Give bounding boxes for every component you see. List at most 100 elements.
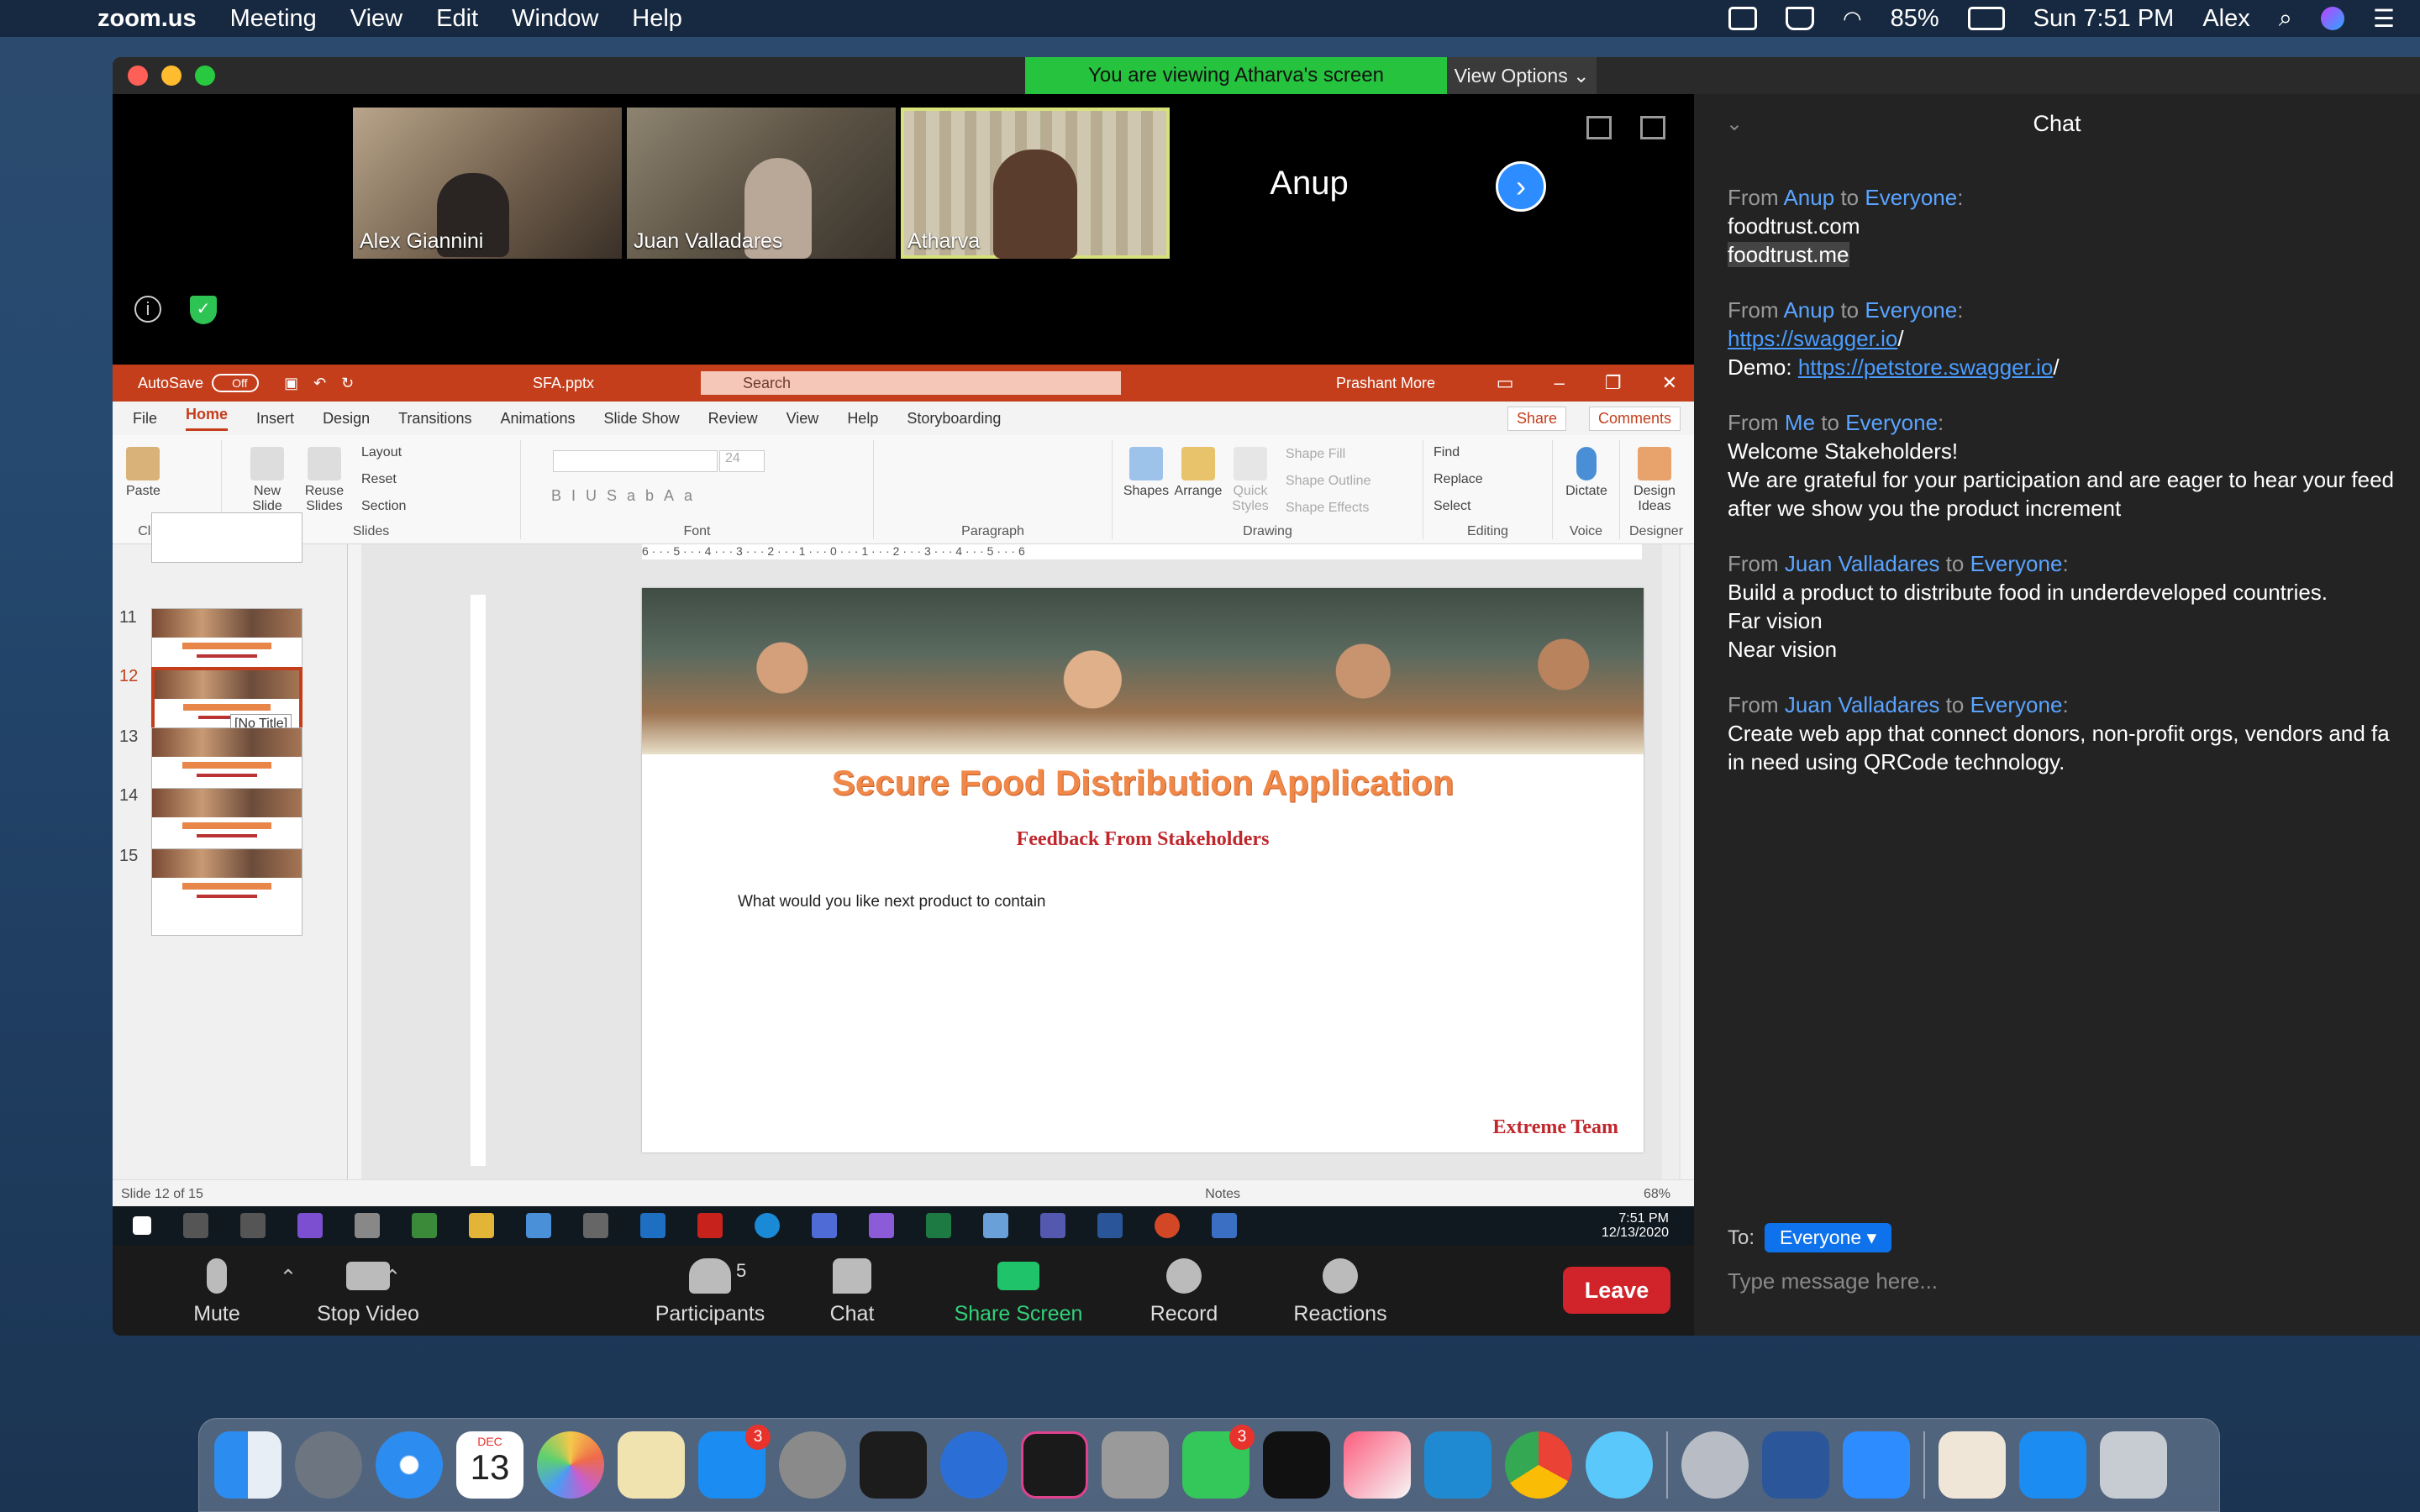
teams-icon[interactable]: [1040, 1213, 1065, 1238]
battery-percent[interactable]: 85%: [1891, 5, 1939, 33]
wifi-icon[interactable]: ◠: [1843, 6, 1862, 32]
new-slide-button[interactable]: New Slide: [242, 447, 292, 514]
preferences-icon[interactable]: [1681, 1431, 1749, 1499]
powerpoint-icon[interactable]: [1155, 1213, 1180, 1238]
acrobat-icon[interactable]: [697, 1213, 723, 1238]
excel-icon[interactable]: [926, 1213, 951, 1238]
arrange-button[interactable]: Arrange: [1173, 447, 1223, 499]
chevron-down-icon[interactable]: ⌄: [1726, 112, 1743, 136]
app-icon[interactable]: [412, 1213, 437, 1238]
minimize-window-button[interactable]: [161, 66, 182, 86]
reuse-slides-button[interactable]: Reuse Slides: [299, 447, 350, 514]
menu-window[interactable]: Window: [512, 5, 598, 33]
menu-app-zoom[interactable]: zoom.us: [97, 5, 197, 33]
app-icon[interactable]: [355, 1213, 380, 1238]
system-tray-clock[interactable]: 7:51 PM 12/13/2020: [1602, 1211, 1669, 1240]
dictate-button[interactable]: Dictate: [1561, 447, 1612, 499]
comments-button[interactable]: Comments: [1588, 407, 1681, 431]
tab-storyboarding[interactable]: Storyboarding: [907, 410, 1001, 428]
leave-button[interactable]: Leave: [1563, 1267, 1670, 1314]
app-icon[interactable]: [812, 1213, 837, 1238]
account-name[interactable]: Prashant More: [1336, 375, 1435, 392]
record-button[interactable]: Record: [1129, 1258, 1239, 1326]
menu-edit[interactable]: Edit: [436, 5, 478, 33]
safari-icon[interactable]: [376, 1431, 443, 1499]
siri-icon[interactable]: [2321, 7, 2344, 30]
font-size-box[interactable]: 24: [719, 450, 765, 472]
quicktime-icon[interactable]: [940, 1431, 1007, 1499]
battery-icon[interactable]: [1967, 7, 2005, 30]
slide-thumbnail-pane[interactable]: 11 12 [No Title] 13 14 15: [113, 512, 348, 1179]
find-button[interactable]: Find: [1434, 445, 1460, 460]
section-button[interactable]: Section: [361, 499, 406, 514]
participant-tile-no-video[interactable]: Anup: [1175, 108, 1444, 259]
gallery-layout-icon[interactable]: [1586, 116, 1612, 139]
participants-button[interactable]: 5 Participants: [639, 1258, 781, 1326]
vscode-icon[interactable]: [1424, 1431, 1491, 1499]
facetime-icon[interactable]: 3: [1182, 1425, 1255, 1499]
participant-tile-active-speaker[interactable]: Atharva: [901, 108, 1170, 259]
undo-icon[interactable]: ↶: [313, 375, 326, 392]
menu-meeting[interactable]: Meeting: [230, 5, 317, 33]
stop-video-button[interactable]: Stop Video: [284, 1258, 452, 1326]
autosave-toggle[interactable]: Off: [212, 374, 260, 392]
view-options-dropdown[interactable]: View Options ⌄: [1447, 57, 1597, 94]
launchpad-icon[interactable]: [295, 1431, 362, 1499]
edge-icon[interactable]: [755, 1213, 780, 1238]
slide-body-text[interactable]: What would you like next product to cont…: [738, 893, 1644, 911]
zoom-status-icon[interactable]: [1728, 7, 1757, 30]
slide-thumbnail[interactable]: [151, 512, 302, 563]
pages-icon[interactable]: [618, 1431, 685, 1499]
select-button[interactable]: Select: [1434, 499, 1470, 514]
tab-transitions[interactable]: Transitions: [398, 410, 471, 428]
reset-button[interactable]: Reset: [361, 472, 397, 487]
video-options-chevron-icon[interactable]: ⌃: [380, 1265, 405, 1290]
participant-tile[interactable]: Alex Giannini: [353, 108, 622, 259]
mute-button[interactable]: Mute: [166, 1258, 267, 1326]
apple-tv-icon[interactable]: [1263, 1431, 1330, 1499]
tab-animations[interactable]: Animations: [500, 410, 575, 428]
font-name-box[interactable]: [553, 450, 718, 472]
word-icon[interactable]: [1097, 1213, 1123, 1238]
music-icon[interactable]: [1344, 1431, 1411, 1499]
tools-icon[interactable]: [583, 1213, 608, 1238]
participant-tile[interactable]: Juan Valladares: [627, 108, 896, 259]
outlook-icon[interactable]: [640, 1213, 666, 1238]
save-icon[interactable]: ▣: [284, 375, 298, 392]
calculator-icon[interactable]: [1102, 1431, 1169, 1499]
finder-icon[interactable]: [214, 1431, 281, 1499]
menu-help[interactable]: Help: [632, 5, 682, 33]
visual-studio-icon[interactable]: [297, 1213, 323, 1238]
slide-title[interactable]: Secure Food Distribution Application: [642, 763, 1644, 803]
chat-message-input[interactable]: Type message here...: [1728, 1268, 1938, 1294]
trash-icon[interactable]: [2100, 1431, 2167, 1499]
paste-button[interactable]: Paste: [126, 447, 160, 499]
airplay-icon[interactable]: [1785, 7, 1814, 30]
windows-start-icon[interactable]: [133, 1216, 151, 1235]
system-preferences-icon[interactable]: [779, 1431, 846, 1499]
close-window-button[interactable]: [128, 66, 148, 86]
messages-icon[interactable]: [1586, 1431, 1653, 1499]
zoom-level[interactable]: 68%: [1644, 1187, 1670, 1202]
slide-subtitle[interactable]: Feedback From Stakeholders: [642, 828, 1644, 851]
shape-fill-button[interactable]: Shape Fill: [1286, 447, 1345, 462]
reactions-button[interactable]: Reactions: [1276, 1258, 1405, 1326]
close-icon[interactable]: ✕: [1662, 372, 1677, 394]
format-icons[interactable]: BIUSabAa: [551, 487, 702, 505]
shapes-button[interactable]: Shapes: [1123, 447, 1170, 499]
minimize-icon[interactable]: –: [1555, 372, 1565, 394]
tab-home[interactable]: Home: [186, 406, 229, 431]
fullscreen-icon[interactable]: [1640, 116, 1665, 139]
visio-icon[interactable]: [1212, 1213, 1237, 1238]
intellij-icon[interactable]: [1021, 1431, 1088, 1499]
app-store-icon[interactable]: 3: [698, 1425, 771, 1499]
spotlight-search-icon[interactable]: ⌕: [2279, 5, 2292, 33]
tab-slide-show[interactable]: Slide Show: [604, 410, 680, 428]
task-view-icon[interactable]: [240, 1213, 266, 1238]
terminal-icon[interactable]: [860, 1431, 927, 1499]
search-box[interactable]: Search: [701, 371, 1121, 395]
design-ideas-button[interactable]: Design Ideas: [1625, 447, 1684, 514]
search-icon[interactable]: [183, 1213, 208, 1238]
notification-center-icon[interactable]: ☰: [2373, 4, 2395, 34]
zoom-window-button[interactable]: [195, 66, 215, 86]
